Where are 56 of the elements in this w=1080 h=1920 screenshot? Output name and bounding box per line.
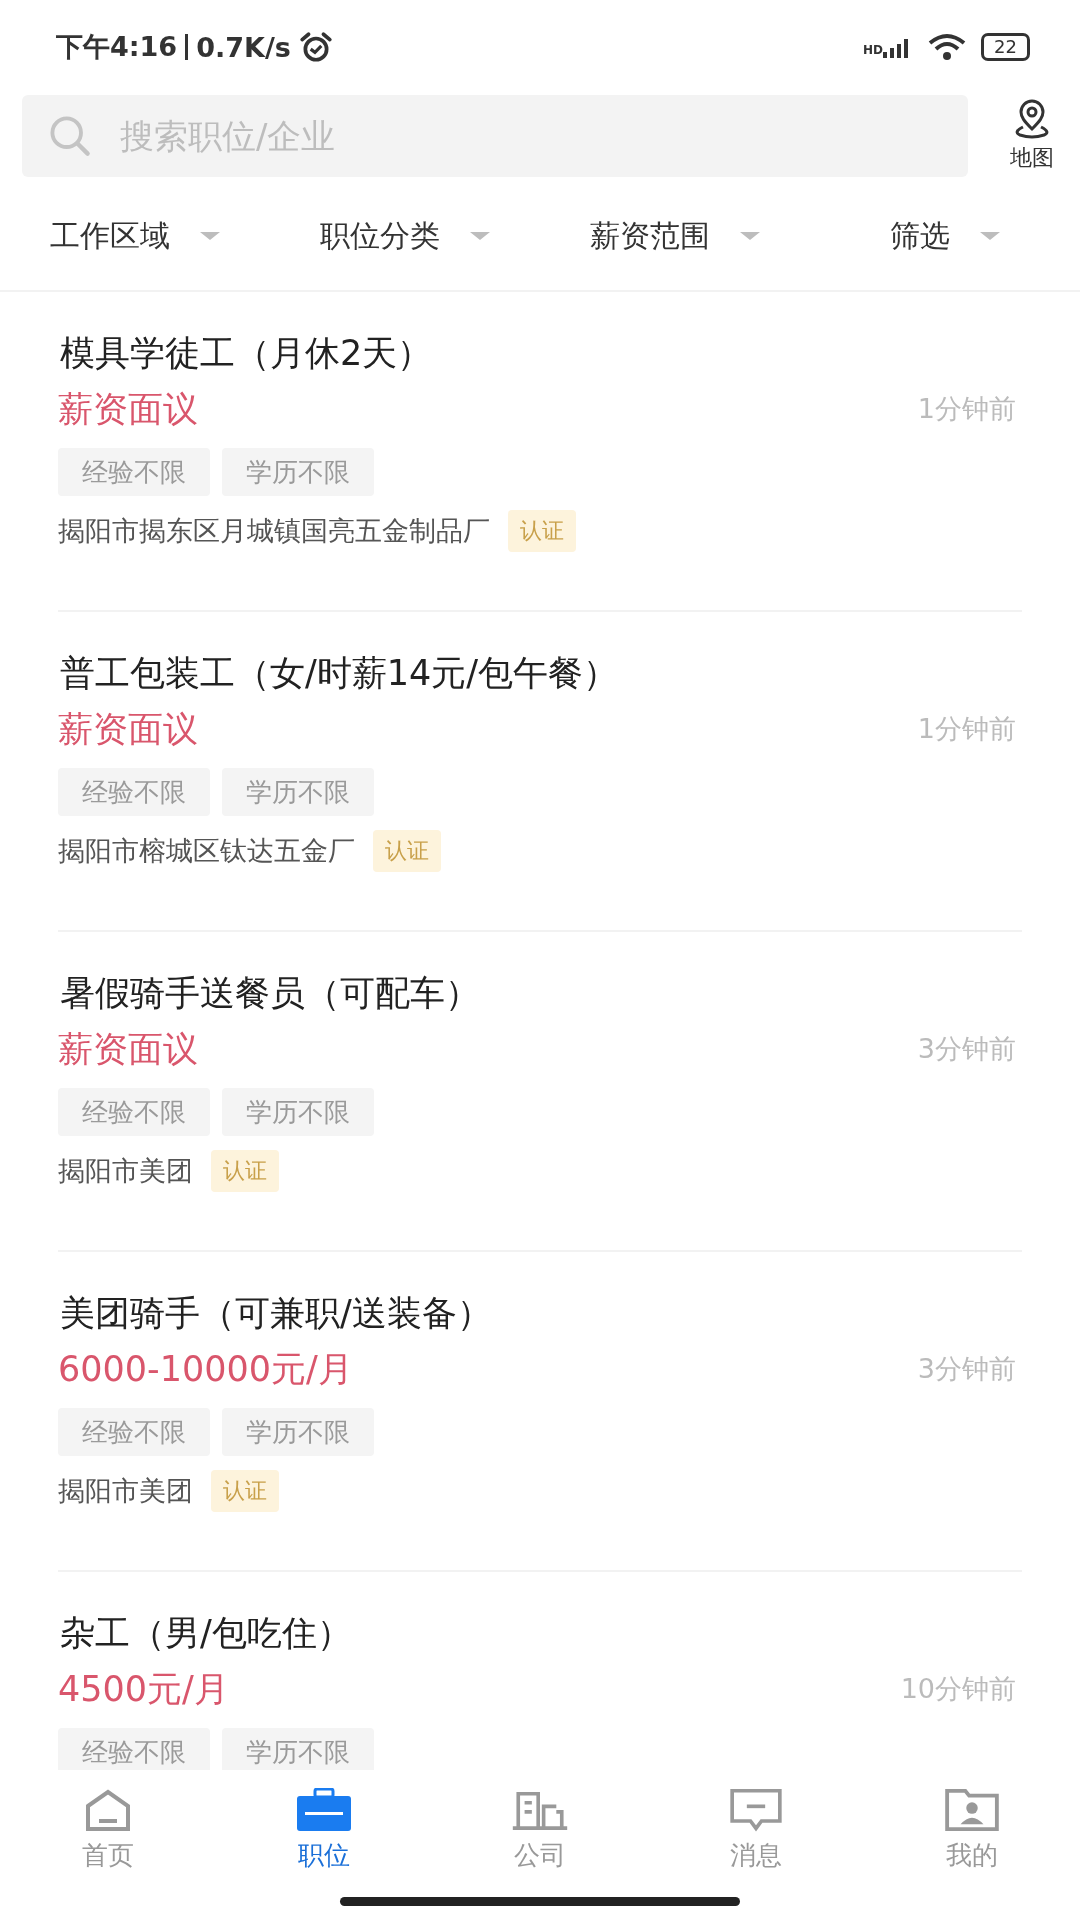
battery-icon: 22: [981, 33, 1030, 62]
post-time: 3分钟前: [917, 1032, 1016, 1066]
profile-card-icon: [943, 1788, 1001, 1832]
nav-tab[interactable]: 职位: [216, 1788, 432, 1888]
job-title: 杂工（男/包吃住）: [59, 1612, 353, 1655]
caret-icon: [740, 231, 760, 242]
verified-badge: 认证: [211, 1470, 279, 1512]
requirement-tag: 学历不限: [222, 448, 374, 496]
briefcase-icon: [295, 1788, 353, 1832]
requirement-tag: 经验不限: [58, 1408, 210, 1456]
caret-icon: [980, 231, 1000, 242]
job-salary: 薪资面议: [58, 1027, 198, 1071]
requirement-tag: 学历不限: [222, 1088, 374, 1136]
company-name: 揭阳市美团: [58, 1474, 193, 1508]
job-card[interactable]: 暑假骑手送餐员（可配车） 薪资面议 3分钟前 经验不限 学历不限 揭阳市美团 认证: [58, 932, 1022, 1252]
filter-dropdown[interactable]: 筛选: [810, 215, 1080, 257]
requirement-tag: 经验不限: [58, 1088, 210, 1136]
job-salary: 4500元/月: [58, 1667, 229, 1711]
job-title: 暑假骑手送餐员（可配车）: [59, 972, 481, 1015]
requirement-tag: 经验不限: [58, 1728, 210, 1770]
job-card[interactable]: 普工包装工（女/时薪14元/包午餐） 薪资面议 1分钟前 经验不限 学历不限 揭阳市榕城区钛达五金厂 认证: [58, 612, 1022, 932]
requirement-tag: 学历不限: [222, 768, 374, 816]
post-time: 1分钟前: [917, 392, 1016, 426]
job-salary: 薪资面议: [58, 387, 198, 431]
map-button[interactable]: 地图: [1002, 98, 1062, 173]
job-salary: 6000-10000元/月: [58, 1347, 353, 1391]
verified-badge: 认证: [508, 510, 576, 552]
job-title: 普工包装工（女/时薪14元/包午餐）: [59, 652, 620, 695]
post-time: 3分钟前: [917, 1352, 1016, 1386]
requirement-tag: 学历不限: [222, 1728, 374, 1770]
alarm-icon: [298, 31, 333, 64]
requirement-tag: 经验不限: [58, 448, 210, 496]
status-time: 下午4:16: [56, 30, 178, 65]
filter-dropdown[interactable]: 职位分类: [270, 215, 540, 257]
verified-badge: 认证: [373, 830, 441, 872]
network-type: HD: [863, 43, 884, 58]
filter-dropdown[interactable]: 工作区域: [0, 215, 270, 257]
job-card[interactable]: 美团骑手（可兼职/送装备） 6000-10000元/月 3分钟前 经验不限 学历不限 揭阳市美团 认证: [58, 1252, 1022, 1572]
requirement-tag: 经验不限: [58, 768, 210, 816]
message-icon: [727, 1788, 785, 1832]
company-name: 揭阳市揭东区月城镇国亮五金制品厂: [58, 514, 490, 548]
caret-icon: [470, 231, 490, 242]
wifi-icon: [927, 33, 968, 62]
company-name: 揭阳市美团: [58, 1154, 193, 1188]
network-speed: 0.7K/s: [196, 31, 291, 63]
caret-icon: [200, 231, 220, 242]
job-salary: 薪资面议: [58, 707, 198, 751]
verified-badge: 认证: [211, 1150, 279, 1192]
job-title: 美团骑手（可兼职/送装备）: [59, 1292, 493, 1335]
post-time: 10分钟前: [900, 1672, 1016, 1706]
filter-dropdown[interactable]: 薪资范围: [540, 215, 810, 257]
job-title: 模具学徒工（月休2天）: [59, 332, 434, 375]
post-time: 1分钟前: [917, 712, 1016, 746]
company-name: 揭阳市榕城区钛达五金厂: [58, 834, 355, 868]
requirement-tag: 学历不限: [222, 1408, 374, 1456]
job-card[interactable]: 模具学徒工（月休2天） 薪资面议 1分钟前 经验不限 学历不限 揭阳市揭东区月城镇国亮五金制品厂 认证: [58, 292, 1022, 612]
